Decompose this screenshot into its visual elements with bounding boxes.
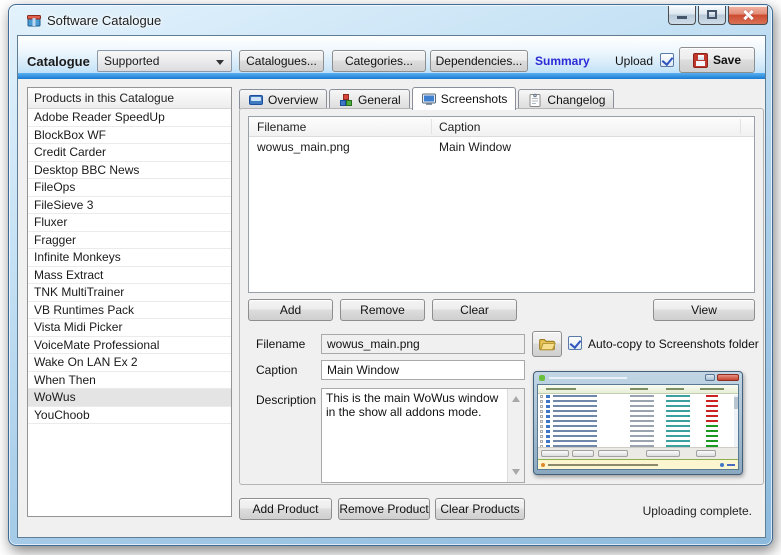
tab-strip: Overview General Screenshots Changelog (239, 87, 615, 110)
thumbnail-app-icon (539, 375, 545, 381)
product-item[interactable]: Credit Carder (28, 144, 231, 162)
tab-overview[interactable]: Overview (239, 89, 328, 109)
catalogue-dropdown[interactable]: Supported (97, 50, 232, 72)
client-area: Catalogue Supported Catalogues... Catego… (17, 35, 766, 538)
product-item[interactable]: BlockBox WF (28, 127, 231, 144)
status-text: Uploading complete. (642, 504, 752, 518)
save-button[interactable]: Save (679, 47, 755, 73)
product-item[interactable]: YouChoob (28, 407, 231, 424)
thumbnail-close-icon (717, 374, 739, 381)
scroll-down-icon (512, 469, 520, 475)
catalogue-dropdown-value: Supported (104, 54, 160, 68)
upload-checkbox[interactable] (660, 53, 674, 67)
titlebar[interactable]: Software Catalogue (9, 5, 772, 35)
minimize-icon (677, 16, 687, 19)
add-product-button[interactable]: Add Product (239, 498, 332, 520)
thumbnail-titlebar (537, 372, 739, 384)
products-list-header: Products in this Catalogue (28, 88, 231, 109)
product-item[interactable]: Adobe Reader SpeedUp (28, 109, 231, 127)
tab-overview-label: Overview (268, 92, 319, 107)
product-item[interactable]: Desktop BBC News (28, 162, 231, 179)
chevron-down-icon (216, 60, 224, 65)
screenshot-thumbnail (533, 371, 743, 475)
screenshots-table: Filename Caption wowus_main.png Main Win… (248, 116, 755, 293)
description-field[interactable]: This is the main WoWus window in the sho… (322, 389, 508, 482)
product-item[interactable]: VoiceMate Professional (28, 337, 231, 354)
browse-folder-button[interactable] (532, 331, 562, 357)
changelog-icon (527, 92, 543, 108)
product-item-selected[interactable]: WoWus (28, 389, 231, 407)
autocopy-checkbox[interactable] (568, 336, 582, 350)
product-item[interactable]: Wake On LAN Ex 2 (28, 354, 231, 372)
autocopy-label: Auto-copy to Screenshots folder (588, 337, 759, 351)
filename-label: Filename (256, 337, 306, 351)
app-icon (26, 12, 42, 28)
screenshots-table-header: Filename Caption (249, 117, 754, 137)
clear-products-button[interactable]: Clear Products (435, 498, 525, 520)
remove-button[interactable]: Remove (340, 299, 425, 321)
product-item[interactable]: FileOps (28, 179, 231, 197)
product-item[interactable]: Infinite Monkeys (28, 249, 231, 267)
save-button-label: Save (712, 53, 742, 67)
filename-field[interactable] (321, 334, 525, 354)
product-item[interactable]: Mass Extract (28, 267, 231, 284)
description-label: Description (256, 393, 317, 407)
dependencies-button[interactable]: Dependencies... (430, 50, 528, 72)
catalogue-label: Catalogue (27, 54, 90, 69)
tab-changelog-label: Changelog (547, 92, 606, 107)
thumbnail-body (537, 384, 739, 470)
toolbar: Catalogue Supported Catalogues... Catego… (18, 36, 765, 79)
product-item[interactable]: TNK MultiTrainer (28, 284, 231, 302)
screenshots-icon (421, 91, 437, 107)
minimize-button[interactable] (668, 6, 696, 25)
general-icon (338, 92, 354, 108)
column-header-filename[interactable]: Filename (257, 120, 306, 134)
table-row[interactable]: wowus_main.png Main Window (249, 137, 754, 156)
clear-button[interactable]: Clear (432, 299, 517, 321)
upload-label: Upload (615, 54, 654, 68)
caption-field[interactable] (321, 360, 525, 380)
tab-changelog[interactable]: Changelog (518, 89, 615, 109)
product-item[interactable]: Fragger (28, 232, 231, 249)
categories-button[interactable]: Categories... (332, 50, 426, 72)
maximize-button[interactable] (698, 6, 726, 25)
products-list: Products in this Catalogue Adobe Reader … (27, 87, 232, 517)
product-item[interactable]: Vista Midi Picker (28, 319, 231, 337)
catalogues-button[interactable]: Catalogues... (239, 50, 324, 72)
close-button[interactable] (728, 6, 768, 25)
product-item[interactable]: FileSieve 3 (28, 197, 231, 214)
software-catalogue-window: Software Catalogue Catalogue Supported C… (8, 4, 773, 546)
description-scrollbar[interactable] (507, 389, 524, 482)
window-title: Software Catalogue (47, 13, 162, 28)
tab-screenshots[interactable]: Screenshots (411, 87, 517, 110)
remove-product-button[interactable]: Remove Product (338, 498, 430, 520)
summary-link[interactable]: Summary (535, 54, 590, 68)
scroll-up-icon (512, 396, 520, 402)
add-button[interactable]: Add (248, 299, 333, 321)
product-item[interactable]: VB Runtimes Pack (28, 302, 231, 319)
screenshots-tab-page: Filename Caption wowus_main.png Main Win… (239, 108, 764, 485)
description-box: This is the main WoWus window in the sho… (321, 388, 525, 483)
maximize-icon (707, 10, 717, 19)
product-item[interactable]: When Then (28, 372, 231, 389)
caption-label: Caption (256, 363, 298, 377)
view-button[interactable]: View (653, 299, 755, 321)
save-icon (692, 52, 708, 68)
product-item[interactable]: Fluxer (28, 214, 231, 232)
column-header-caption[interactable]: Caption (439, 120, 480, 134)
tab-screenshots-label: Screenshots (440, 92, 508, 106)
cell-filename: wowus_main.png (257, 140, 350, 154)
close-icon (742, 9, 754, 21)
folder-icon (538, 335, 556, 353)
tab-general[interactable]: General (329, 89, 410, 109)
tab-general-label: General (358, 92, 401, 107)
overview-icon (248, 92, 264, 108)
cell-caption: Main Window (439, 140, 512, 154)
